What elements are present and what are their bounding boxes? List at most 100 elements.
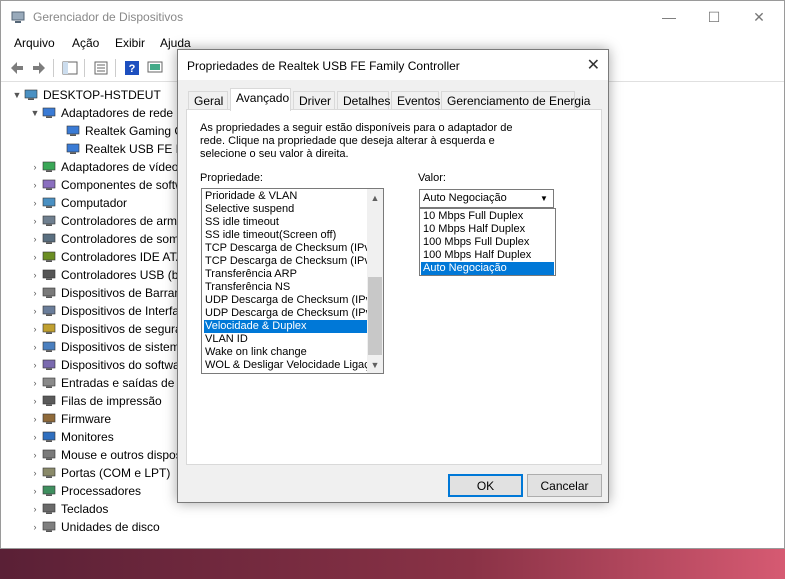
chevron-right-icon[interactable]: › — [29, 270, 41, 280]
title-bar[interactable]: Gerenciador de Dispositivos — ☐ ✕ — [1, 1, 784, 33]
tree-item[interactable]: › Computador — [29, 194, 128, 212]
tree-item[interactable]: › Filas de impressão — [29, 392, 162, 410]
tab-eventos[interactable]: Eventos — [391, 91, 440, 110]
chevron-right-icon[interactable]: › — [29, 486, 41, 496]
properties-button[interactable] — [91, 58, 111, 78]
scroll-up-button[interactable]: ▲ — [367, 189, 383, 206]
chevron-right-icon[interactable]: › — [29, 360, 41, 370]
update-driver-button[interactable] — [145, 58, 165, 78]
tree-item[interactable]: › Componentes de software — [29, 176, 202, 194]
value-option[interactable]: 10 Mbps Full Duplex — [421, 210, 554, 223]
chevron-right-icon[interactable]: › — [29, 180, 41, 190]
property-list-item[interactable]: TCP Descarga de Checksum (IPv6) — [204, 255, 367, 268]
value-combobox[interactable]: Auto Negociação ▼ — [419, 189, 554, 208]
chevron-right-icon[interactable]: › — [29, 450, 41, 460]
chevron-right-icon[interactable]: › — [29, 378, 41, 388]
property-list-item[interactable]: Transferência ARP — [204, 268, 367, 281]
chevron-right-icon[interactable]: › — [29, 468, 41, 478]
chevron-right-icon[interactable]: › — [29, 504, 41, 514]
combo-dropdown-button[interactable]: ▼ — [536, 191, 552, 206]
chevron-right-icon[interactable]: › — [29, 432, 41, 442]
tree-item[interactable]: › Unidades de disco — [29, 518, 160, 536]
display-adapter-icon — [41, 160, 57, 174]
close-button[interactable]: ✕ — [736, 1, 782, 33]
tree-item[interactable]: › Teclados — [29, 500, 109, 518]
chevron-down-icon[interactable]: ▼ — [11, 90, 23, 100]
network-icon — [65, 142, 81, 156]
minimize-button[interactable]: — — [646, 1, 692, 33]
value-option[interactable]: 100 Mbps Half Duplex — [421, 249, 554, 262]
property-list-item[interactable]: Velocidade & Duplex — [204, 320, 367, 333]
tree-item[interactable]: › Controladores IDE ATA — [29, 248, 184, 266]
cancel-button[interactable]: Cancelar — [527, 474, 602, 497]
value-option[interactable]: Auto Negociação — [421, 262, 554, 275]
value-option[interactable]: 10 Mbps Half Duplex — [421, 223, 554, 236]
tree-item[interactable]: ▼ Adaptadores de rede — [29, 104, 174, 122]
tree-item[interactable]: › Monitores — [29, 428, 114, 446]
menu-arquivo[interactable]: Arquivo — [14, 36, 55, 50]
property-list-item[interactable]: WOL & Desligar Velocidade Ligação — [204, 359, 367, 372]
property-list-item[interactable]: UDP Descarga de Checksum (IPv6) — [204, 307, 367, 320]
tree-item[interactable]: › Dispositivos do software — [29, 356, 191, 374]
tab-avancado[interactable]: Avançado — [230, 88, 291, 111]
tree-item[interactable]: › Dispositivos de sistema — [29, 338, 187, 356]
value-label: Valor: — [418, 172, 446, 184]
property-list-item[interactable]: Transferência NS — [204, 281, 367, 294]
maximize-button[interactable]: ☐ — [691, 1, 737, 33]
tree-item[interactable]: › Processadores — [29, 482, 142, 500]
chevron-right-icon[interactable]: › — [29, 342, 41, 352]
tree-item-label: Controladores de som — [61, 232, 180, 246]
tree-item[interactable]: › Firmware — [29, 410, 112, 428]
chevron-right-icon[interactable]: › — [29, 396, 41, 406]
chevron-right-icon[interactable]: › — [29, 306, 41, 316]
property-list-scrollbar[interactable]: ▲ ▼ — [367, 189, 383, 373]
chevron-right-icon[interactable]: › — [29, 252, 41, 262]
chevron-right-icon[interactable]: › — [29, 522, 41, 532]
tab-strip: Geral Avançado Driver Detalhes Eventos G… — [186, 88, 602, 111]
tree-root[interactable]: ▼ DESKTOP-HSTDEUT — [11, 86, 161, 104]
chevron-right-icon[interactable]: › — [29, 198, 41, 208]
chevron-right-icon[interactable]: › — [29, 216, 41, 226]
back-button[interactable] — [7, 58, 27, 78]
property-list[interactable]: ▲ ▼ Prioridade & VLAN Selective suspend SS… — [201, 188, 384, 374]
tab-geral[interactable]: Geral — [188, 91, 228, 110]
tab-driver[interactable]: Driver — [293, 91, 335, 110]
scroll-down-button[interactable]: ▼ — [367, 356, 383, 373]
property-list-item[interactable]: Wake on link change — [204, 346, 367, 359]
show-hide-tree-button[interactable] — [60, 58, 80, 78]
tab-detalhes[interactable]: Detalhes — [337, 91, 390, 110]
tree-item[interactable]: › Dispositivos de Interface — [29, 302, 192, 320]
tree-item[interactable]: › Dispositivos de segurança — [29, 320, 202, 338]
tree-item-label: Firmware — [61, 412, 111, 426]
forward-button[interactable] — [29, 58, 49, 78]
dialog-title-bar[interactable]: Propriedades de Realtek USB FE Family Co… — [178, 50, 608, 80]
dialog-title: Propriedades de Realtek USB FE Family Co… — [187, 59, 460, 73]
property-list-item[interactable]: VLAN ID — [204, 333, 367, 346]
chevron-right-icon[interactable]: › — [29, 162, 41, 172]
tree-item[interactable]: › Controladores de som — [29, 230, 180, 248]
help-button[interactable]: ? — [122, 58, 142, 78]
chevron-right-icon[interactable]: › — [29, 288, 41, 298]
ok-button[interactable]: OK — [448, 474, 523, 497]
properties-dialog: Propriedades de Realtek USB FE Family Co… — [177, 49, 609, 503]
tab-gerenciamento-energia[interactable]: Gerenciamento de Energia — [441, 91, 590, 110]
chevron-right-icon[interactable]: › — [29, 414, 41, 424]
value-option[interactable]: 100 Mbps Full Duplex — [421, 236, 554, 249]
property-list-item[interactable]: Selective suspend — [204, 203, 367, 216]
menu-acao[interactable]: Ação — [72, 36, 99, 50]
property-list-item[interactable]: Prioridade & VLAN — [204, 190, 367, 203]
property-list-item[interactable]: UDP Descarga de Checksum (IPv4) — [204, 294, 367, 307]
property-list-item[interactable]: TCP Descarga de Checksum (IPv4) — [204, 242, 367, 255]
chevron-right-icon[interactable]: › — [29, 324, 41, 334]
property-list-item[interactable]: SS idle timeout(Screen off) — [204, 229, 367, 242]
property-list-item[interactable]: SS idle timeout — [204, 216, 367, 229]
chevron-down-icon[interactable]: ▼ — [29, 108, 41, 118]
dialog-close-button[interactable]: ✕ — [587, 55, 600, 75]
menu-exibir[interactable]: Exibir — [115, 36, 145, 50]
tree-item[interactable]: › Portas (COM e LPT) — [29, 464, 171, 482]
menu-ajuda[interactable]: Ajuda — [160, 36, 191, 50]
tree-item[interactable]: › Adaptadores de vídeo — [29, 158, 179, 176]
scrollbar-thumb[interactable] — [368, 277, 382, 355]
monitor-icon — [147, 61, 163, 73]
chevron-right-icon[interactable]: › — [29, 234, 41, 244]
